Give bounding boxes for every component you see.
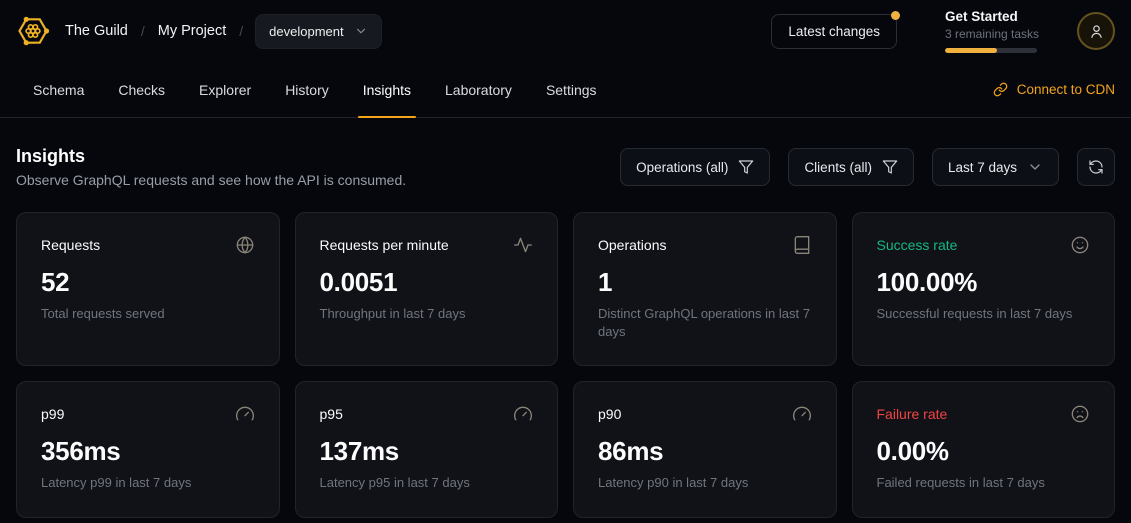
filter-icon: [738, 159, 754, 175]
latest-changes-label: Latest changes: [788, 24, 880, 39]
gauge-icon: [513, 404, 533, 424]
connect-to-cdn-link[interactable]: Connect to CDN: [993, 62, 1115, 117]
get-started-widget[interactable]: Get Started 3 remaining tasks: [945, 9, 1037, 53]
period-selector-label: Last 7 days: [948, 160, 1017, 175]
card-description: Throughput in last 7 days: [320, 305, 534, 323]
card-title: p95: [320, 406, 343, 422]
refresh-button[interactable]: [1077, 148, 1115, 186]
gauge-icon: [792, 404, 812, 424]
breadcrumb: The Guild / My Project /: [65, 23, 243, 39]
tab-insights[interactable]: Insights: [346, 62, 428, 117]
chevron-down-icon: [1027, 159, 1043, 175]
globe-icon: [235, 235, 255, 255]
period-selector-button[interactable]: Last 7 days: [932, 148, 1059, 186]
activity-icon: [513, 235, 533, 255]
stats-grid: Requests 52 Total requests served Reques…: [16, 212, 1115, 518]
card-description: Latency p90 in last 7 days: [598, 474, 812, 492]
stat-card-p99: p99 356ms Latency p99 in last 7 days: [16, 381, 280, 517]
stat-card-p95: p95 137ms Latency p95 in last 7 days: [295, 381, 559, 517]
tab-checks[interactable]: Checks: [101, 62, 182, 117]
card-description: Distinct GraphQL operations in last 7 da…: [598, 305, 812, 341]
user-avatar[interactable]: [1077, 12, 1115, 50]
user-icon: [1088, 23, 1105, 40]
stat-card-requests-per-minute: Requests per minute 0.0051 Throughput in…: [295, 212, 559, 366]
stat-card-success-rate: Success rate 100.00% Successful requests…: [852, 212, 1116, 366]
tab-settings[interactable]: Settings: [529, 62, 614, 117]
filter-icon: [882, 159, 898, 175]
frown-icon: [1070, 404, 1090, 424]
link-icon: [993, 82, 1008, 97]
card-value: 0.00%: [877, 436, 1091, 467]
notification-dot: [891, 11, 900, 20]
get-started-progress-fill: [945, 48, 997, 53]
tab-laboratory[interactable]: Laboratory: [428, 62, 529, 117]
tab-schema[interactable]: Schema: [16, 62, 101, 117]
card-title: Failure rate: [877, 406, 948, 422]
chevron-down-icon: [354, 24, 368, 38]
tab-explorer[interactable]: Explorer: [182, 62, 268, 117]
card-value: 0.0051: [320, 267, 534, 298]
card-description: Latency p95 in last 7 days: [320, 474, 534, 492]
environment-selector[interactable]: development: [255, 14, 381, 49]
card-description: Total requests served: [41, 305, 255, 323]
tab-history[interactable]: History: [268, 62, 346, 117]
card-description: Successful requests in last 7 days: [877, 305, 1091, 323]
section-titles: Insights Observe GraphQL requests and se…: [16, 146, 406, 188]
connect-to-cdn-label: Connect to CDN: [1017, 82, 1115, 97]
smile-icon: [1070, 235, 1090, 255]
breadcrumb-org[interactable]: The Guild: [65, 23, 128, 39]
hive-logo-icon[interactable]: [16, 14, 50, 48]
card-description: Failed requests in last 7 days: [877, 474, 1091, 492]
stat-card-operations: Operations 1 Distinct GraphQL operations…: [573, 212, 837, 366]
breadcrumb-project[interactable]: My Project: [158, 23, 227, 39]
breadcrumb-separator: /: [141, 23, 145, 39]
top-header: The Guild / My Project / development Lat…: [0, 0, 1131, 62]
section-header: Insights Observe GraphQL requests and se…: [16, 146, 1115, 188]
card-title: p90: [598, 406, 621, 422]
card-title: Operations: [598, 237, 666, 253]
page-title: Insights: [16, 146, 406, 167]
stat-card-p90: p90 86ms Latency p90 in last 7 days: [573, 381, 837, 517]
get-started-subtitle: 3 remaining tasks: [945, 27, 1037, 41]
filter-toolbar: Operations (all) Clients (all) Last 7 da…: [620, 148, 1115, 186]
environment-selector-value: development: [269, 24, 343, 39]
latest-changes-button[interactable]: Latest changes: [771, 14, 897, 49]
card-value: 86ms: [598, 436, 812, 467]
clients-filter-button[interactable]: Clients (all): [788, 148, 914, 186]
card-value: 137ms: [320, 436, 534, 467]
gauge-icon: [235, 404, 255, 424]
tab-list: Schema Checks Explorer History Insights …: [16, 62, 614, 117]
card-title: Requests: [41, 237, 100, 253]
card-value: 52: [41, 267, 255, 298]
card-title: Requests per minute: [320, 237, 449, 253]
card-value: 356ms: [41, 436, 255, 467]
operations-filter-button[interactable]: Operations (all): [620, 148, 770, 186]
get-started-title: Get Started: [945, 9, 1037, 26]
clients-filter-label: Clients (all): [804, 160, 872, 175]
stat-card-requests: Requests 52 Total requests served: [16, 212, 280, 366]
refresh-icon: [1088, 159, 1104, 175]
page-subtitle: Observe GraphQL requests and see how the…: [16, 172, 406, 188]
get-started-progress-bar: [945, 48, 1037, 53]
card-description: Latency p99 in last 7 days: [41, 474, 255, 492]
card-value: 100.00%: [877, 267, 1091, 298]
book-icon: [792, 235, 812, 255]
card-value: 1: [598, 267, 812, 298]
operations-filter-label: Operations (all): [636, 160, 728, 175]
stat-card-failure-rate: Failure rate 0.00% Failed requests in la…: [852, 381, 1116, 517]
card-title: Success rate: [877, 237, 958, 253]
card-title: p99: [41, 406, 64, 422]
insights-page: Insights Observe GraphQL requests and se…: [0, 118, 1131, 518]
breadcrumb-separator: /: [239, 23, 243, 39]
project-nav: Schema Checks Explorer History Insights …: [0, 62, 1131, 118]
